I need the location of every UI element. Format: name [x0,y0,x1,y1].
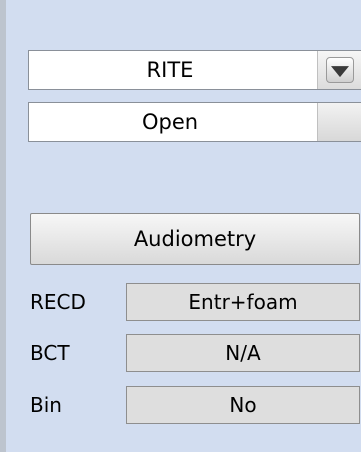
style-dropdown[interactable]: RITE [28,50,361,90]
venting-dropdown-button[interactable] [317,103,361,141]
audiometry-button[interactable]: Audiometry [30,213,360,265]
dropdown-arrow-icon [325,57,354,83]
venting-dropdown[interactable]: Open [28,102,361,142]
style-dropdown-value: RITE [146,58,194,82]
recd-field[interactable]: Entr+foam [126,283,360,321]
style-dropdown-button[interactable] [317,51,361,89]
settings-panel: RITE Open Audiometry RECD Entr+foam BCT … [0,0,361,452]
bct-field[interactable]: N/A [126,334,360,372]
venting-dropdown-value: Open [141,110,199,134]
bct-label: BCT [30,341,70,365]
recd-label: RECD [30,290,86,314]
bin-field[interactable]: No [126,386,360,424]
bin-label: Bin [30,393,62,417]
